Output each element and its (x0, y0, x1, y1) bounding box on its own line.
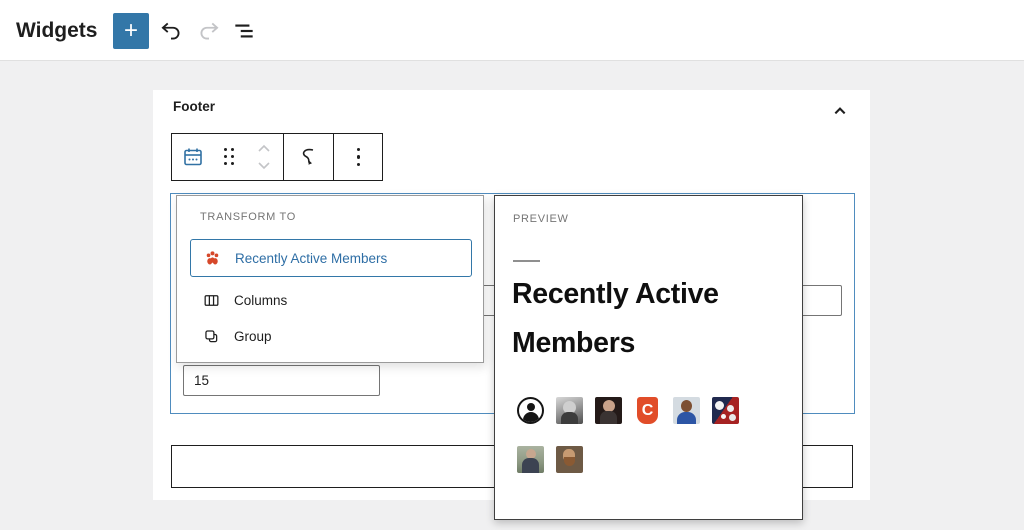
widget-flow-button[interactable] (284, 134, 333, 180)
block-movers (244, 139, 283, 175)
transform-to-heading: TRANSFORM TO (200, 211, 296, 223)
outdoor-man-avatar (517, 446, 544, 473)
max-members-field[interactable] (183, 365, 380, 396)
block-switcher-button[interactable] (172, 134, 214, 180)
avatar-grid: C (517, 397, 757, 473)
plus-icon: + (113, 14, 149, 48)
widget-area-title: Footer (173, 99, 215, 114)
collapse-panel-button[interactable] (824, 97, 856, 125)
chevron-up-disabled-icon (254, 141, 274, 155)
chevron-down-disabled-icon (254, 159, 274, 173)
drag-handle-icon (224, 148, 235, 166)
move-up-button[interactable] (254, 139, 274, 157)
block-toolbar-group-main (172, 134, 283, 180)
preview-heading: PREVIEW (513, 213, 569, 225)
options-button[interactable] (334, 134, 383, 180)
list-view-icon (231, 18, 257, 44)
menu-item-label: Columns (234, 293, 287, 308)
editor-top-bar: Widgets + (0, 0, 1024, 61)
redo-button[interactable] (196, 18, 222, 44)
white-flowers-avatar (712, 397, 739, 424)
menu-item-label: Group (234, 329, 272, 344)
preview-widget-title: Recently Active Members (512, 270, 787, 368)
buddypress-members-icon (203, 249, 222, 268)
block-toolbar-group-options (333, 134, 383, 180)
bearded-man-avatar (556, 446, 583, 473)
block-toolbar-group-transform (283, 134, 333, 180)
calendar-block-icon (181, 145, 205, 169)
redo-arrow-icon (196, 18, 222, 44)
block-toolbar (171, 133, 383, 181)
move-down-button[interactable] (254, 157, 274, 175)
grayscale-portrait-avatar (556, 397, 583, 424)
widgets-editor: Widgets + F (0, 0, 1024, 530)
cartoon-person-avatar (673, 397, 700, 424)
menu-item-recently-active-members[interactable]: Recently Active Members (190, 239, 472, 277)
add-block-button[interactable]: + (113, 13, 149, 49)
chevron-up-icon (824, 97, 856, 125)
group-icon (202, 327, 221, 346)
undo-arrow-icon (158, 18, 184, 44)
ellipsis-icon (357, 148, 361, 167)
columns-icon (202, 291, 221, 310)
undo-button[interactable] (158, 18, 184, 44)
transform-to-dropdown: TRANSFORM TO Recently Active Members Col… (176, 195, 484, 363)
list-view-button[interactable] (231, 18, 257, 44)
menu-item-columns[interactable]: Columns (202, 288, 287, 312)
page-title: Widgets (16, 0, 97, 61)
mystery-person-avatar (517, 397, 544, 424)
letter-c-badge-avatar: C (634, 397, 661, 424)
menu-item-group[interactable]: Group (202, 324, 272, 348)
drag-handle[interactable] (214, 134, 244, 180)
squiggle-arrow-icon (297, 145, 321, 169)
preview-divider (513, 260, 540, 262)
menu-item-label: Recently Active Members (235, 251, 387, 266)
bald-man-avatar (595, 397, 622, 424)
block-preview-popover: PREVIEW Recently Active Members C (494, 195, 803, 520)
